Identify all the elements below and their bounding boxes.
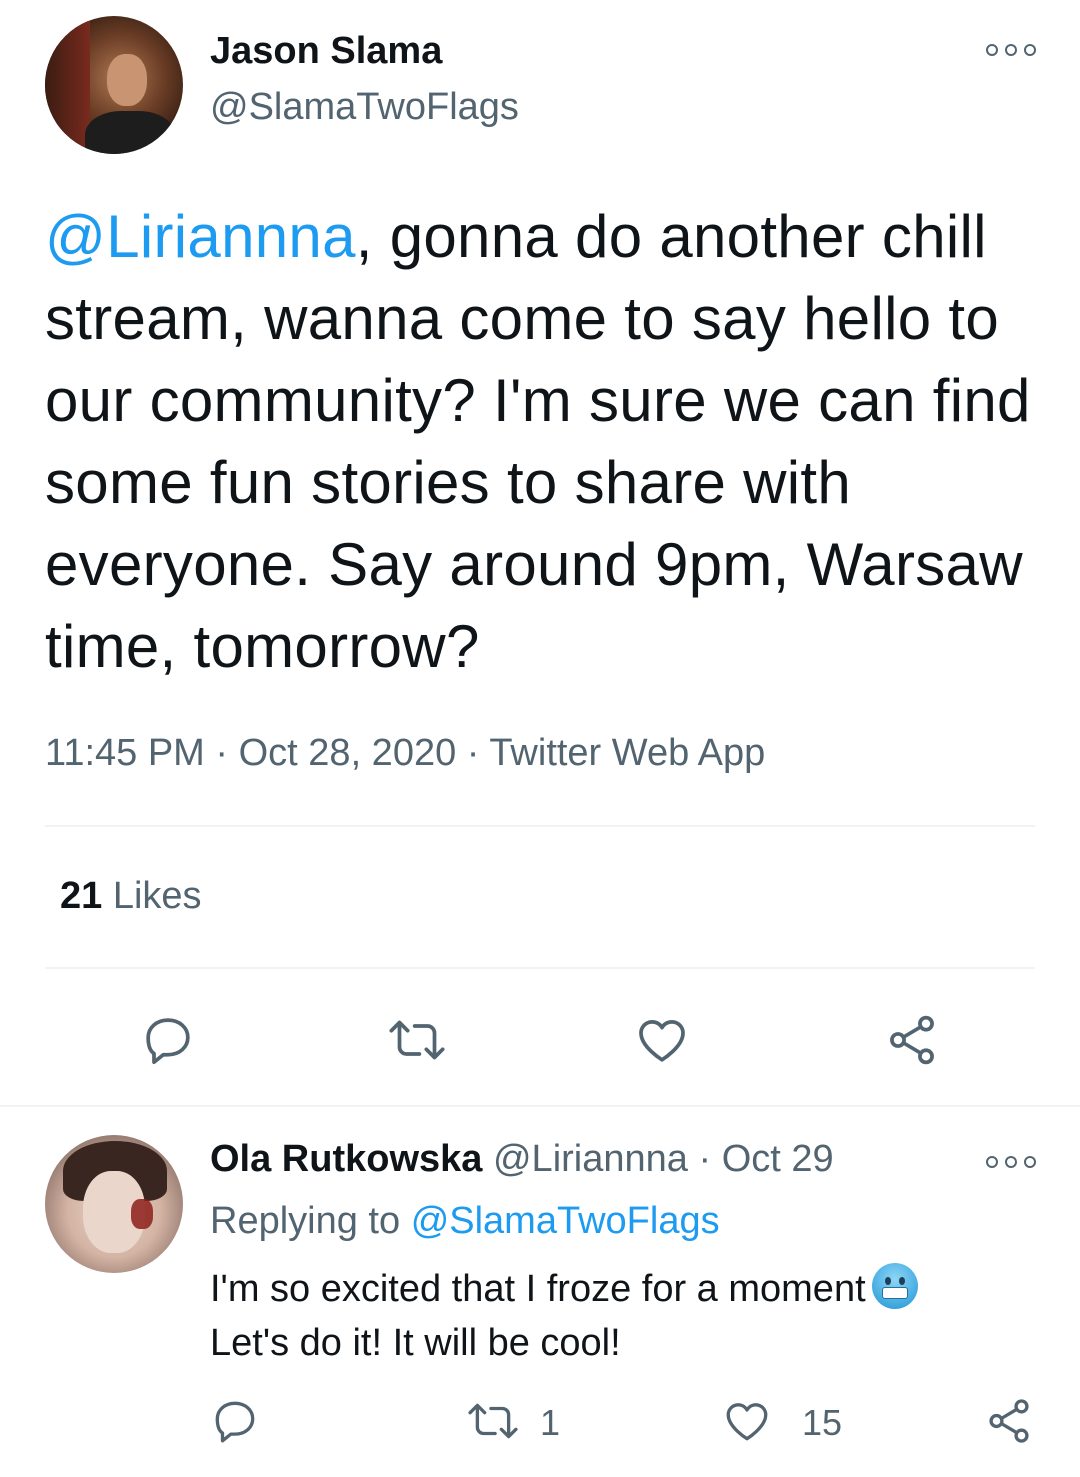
author-avatar[interactable]: [45, 16, 183, 154]
more-icon[interactable]: [986, 40, 1036, 60]
reply-button[interactable]: [140, 1012, 196, 1068]
reply-retweet-button[interactable]: [465, 1396, 521, 1446]
reply-header: Ola Rutkowska @Liriannna · Oct 29: [210, 1138, 834, 1181]
author-handle[interactable]: @SlamaTwoFlags: [210, 86, 519, 129]
divider: [0, 1105, 1080, 1107]
retweet-icon: [389, 1020, 445, 1060]
cold-face-emoji: [871, 1263, 918, 1309]
meta-separator: ·: [215, 732, 229, 774]
divider: [45, 825, 1035, 827]
retweet-icon: [468, 1403, 518, 1439]
mention-link[interactable]: @Liriannna: [45, 203, 356, 270]
tweet-body: , gonna do another chill stream, wanna c…: [45, 203, 1031, 680]
replying-handle[interactable]: @SlamaTwoFlags: [411, 1200, 720, 1242]
meta-separator: ·: [698, 1138, 712, 1180]
reply-author-handle[interactable]: @Liriannna: [493, 1138, 688, 1180]
likes-stat[interactable]: 21 Likes: [60, 875, 202, 918]
author-name[interactable]: Jason Slama: [210, 30, 442, 73]
likes-label: Likes: [112, 875, 202, 917]
share-button[interactable]: [884, 1012, 940, 1068]
reply-like-button[interactable]: [722, 1396, 772, 1446]
replying-label: Replying to: [210, 1200, 401, 1242]
tweet-time[interactable]: 11:45 PM: [45, 732, 205, 774]
divider: [45, 967, 1035, 969]
meta-separator: ·: [466, 732, 480, 774]
reply-share-button[interactable]: [984, 1396, 1034, 1446]
reply-line-2: Let's do it! It will be cool!: [210, 1322, 621, 1364]
reply-icon: [215, 1401, 255, 1443]
retweet-count: 1: [540, 1402, 561, 1443]
tweet-meta: 11:45 PM · Oct 28, 2020 · Twitter Web Ap…: [45, 732, 765, 775]
tweet-date[interactable]: Oct 28, 2020: [239, 732, 457, 774]
share-icon: [890, 1015, 934, 1065]
share-icon: [989, 1399, 1029, 1443]
reply-text: I'm so excited that I froze for a moment…: [210, 1262, 1040, 1370]
tweet-text: @Liriannna, gonna do another chill strea…: [45, 196, 1045, 688]
likes-count: 21: [60, 875, 103, 917]
tweet-source[interactable]: Twitter Web App: [489, 732, 765, 774]
more-icon[interactable]: [986, 1152, 1036, 1172]
reply-icon: [146, 1018, 190, 1065]
reply-line-1: I'm so excited that I froze for a moment: [210, 1268, 866, 1310]
like-count: 15: [802, 1402, 843, 1443]
reply-date[interactable]: Oct 29: [722, 1138, 834, 1180]
heart-icon: [639, 1020, 685, 1062]
reply-author-avatar[interactable]: [45, 1135, 183, 1273]
heart-icon: [726, 1403, 768, 1441]
reply-reply-button[interactable]: [210, 1396, 260, 1446]
replying-to: Replying to @SlamaTwoFlags: [210, 1200, 720, 1243]
reply-author-name[interactable]: Ola Rutkowska: [210, 1138, 482, 1180]
retweet-button[interactable]: [386, 1012, 448, 1068]
like-button[interactable]: [634, 1012, 690, 1068]
